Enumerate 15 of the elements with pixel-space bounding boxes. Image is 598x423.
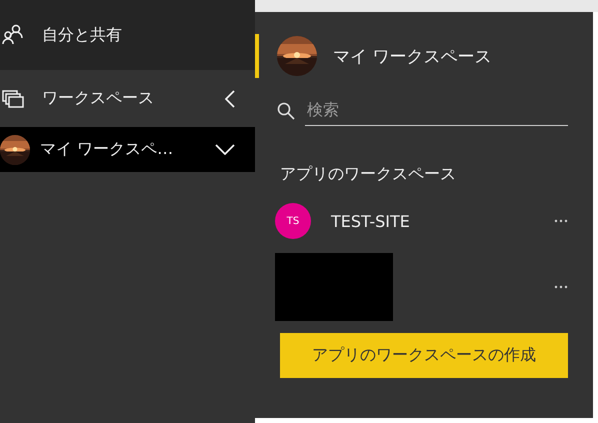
nav-item[interactable]: 自分と共有 — [0, 0, 255, 70]
nav-item[interactable]: マイ ワークスペ… — [0, 127, 255, 172]
more-icon[interactable] — [554, 285, 568, 289]
chevron-left-icon[interactable] — [225, 90, 235, 108]
more-icon[interactable] — [554, 219, 568, 223]
nav-item[interactable]: ワークスペース — [0, 70, 255, 127]
search-icon — [277, 102, 295, 120]
create-workspace-button[interactable]: アプリのワークスペースの作成 — [280, 333, 568, 378]
workspace-name[interactable]: TEST-SITE — [331, 212, 554, 230]
chevron-down-icon[interactable] — [215, 144, 235, 155]
workspace-item[interactable]: マイ ワークスペース — [255, 34, 593, 78]
people-icon — [2, 24, 24, 46]
section-title: アプリのワークスペース — [280, 164, 457, 185]
workspace-avatar: TS — [275, 203, 311, 239]
search-field[interactable]: 検索 — [305, 96, 568, 126]
